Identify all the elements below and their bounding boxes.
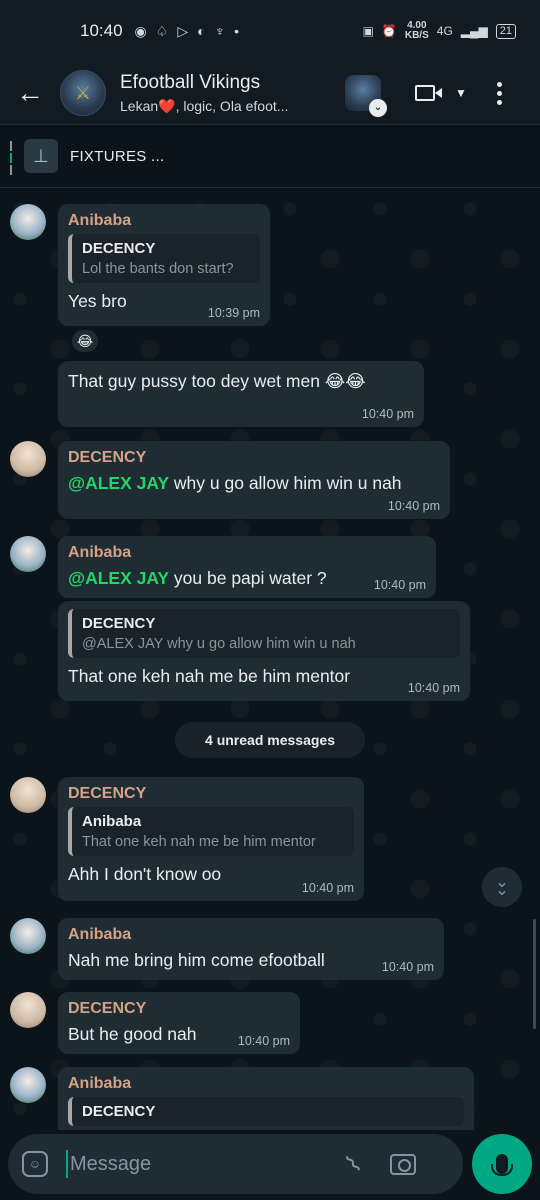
message-bubble[interactable]: DECENCY But he good nah 10:40 pm xyxy=(58,992,300,1054)
dot-icon: • xyxy=(234,23,239,39)
scrollbar[interactable] xyxy=(533,919,536,1029)
message-input[interactable] xyxy=(70,1152,340,1176)
microphone-icon xyxy=(491,1154,513,1176)
sender-name[interactable]: DECENCY xyxy=(68,1000,290,1018)
quoted-message[interactable]: Anibaba That one keh nah me be him mento… xyxy=(68,807,354,856)
avatar[interactable] xyxy=(10,1067,46,1103)
message-time: 10:40 pm xyxy=(387,499,440,513)
chat-header: ← ⚔ Efootball Vikings Lekan❤️, logic, Ol… xyxy=(0,62,540,124)
reaction[interactable]: 😂 xyxy=(70,328,100,354)
quote-sender: DECENCY xyxy=(82,1103,156,1120)
message-text: Nah me bring him come efootball xyxy=(68,950,325,970)
community-icon[interactable]: ⌄ xyxy=(345,75,387,117)
avatar[interactable] xyxy=(10,918,46,954)
sticker-icon[interactable]: ☺ xyxy=(22,1151,48,1177)
whatsapp-icon: ◉ xyxy=(134,22,147,39)
unread-divider: 4 unread messages xyxy=(175,722,365,758)
message-time: 10:40 pm xyxy=(301,881,354,895)
video-camera-icon xyxy=(415,85,442,101)
message-bubble[interactable]: Anibaba DECENCY Lol the bants don start?… xyxy=(58,204,270,326)
pinned-indicator xyxy=(10,141,12,175)
message-composer: ☺ ⌇ xyxy=(8,1134,463,1194)
chat-info[interactable]: Efootball Vikings Lekan❤️, logic, Ola ef… xyxy=(120,72,325,115)
sender-name[interactable]: DECENCY xyxy=(68,449,440,467)
more-vertical-icon[interactable] xyxy=(496,81,502,105)
avatar[interactable] xyxy=(10,992,46,1028)
sender-name[interactable]: Anibaba xyxy=(68,212,260,230)
message-text: @ALEX JAY why u go allow him win u nah xyxy=(68,473,402,493)
message-time: 10:39 pm xyxy=(207,306,260,320)
sender-name[interactable]: Anibaba xyxy=(68,544,426,562)
chat-area[interactable]: Anibaba DECENCY Lol the bants don start?… xyxy=(0,189,540,1130)
quoted-message[interactable]: DECENCY @ALEX JAY why u go allow him win… xyxy=(68,609,460,658)
sender-name[interactable]: Anibaba xyxy=(68,926,434,944)
status-bar: 10:40 ◉ ♤ ▷ ◐ ♆ • ▣ ⏰ 4.00 KB/S 4G ▂▄▆ 2… xyxy=(0,0,540,62)
quote-text: @ALEX JAY why u go allow him win u nah xyxy=(82,636,356,652)
mention[interactable]: @ALEX JAY xyxy=(68,473,169,493)
message-bubble[interactable]: That guy pussy too dey wet men 😂😂 10:40 … xyxy=(58,361,424,427)
snapchat-icon: ♤ xyxy=(155,22,169,39)
message-time: 10:40 pm xyxy=(407,681,460,695)
message-text: @ALEX JAY you be papi water ? xyxy=(68,568,327,588)
avatar[interactable] xyxy=(10,536,46,572)
clock: 10:40 xyxy=(80,21,123,40)
paperclip-icon[interactable]: ⌇ xyxy=(340,1149,368,1179)
text-cursor xyxy=(66,1150,68,1178)
network-speed: 4.00 KB/S xyxy=(404,20,429,41)
group-members: Lekan❤️, logic, Ola efoot... xyxy=(120,97,289,114)
voice-message-button[interactable] xyxy=(472,1134,532,1194)
group-avatar[interactable]: ⚔ xyxy=(60,70,106,116)
message-time: 10:40 pm xyxy=(237,1034,290,1048)
notification-icons: ◉ ♤ ▷ ◐ ♆ • xyxy=(135,23,239,40)
quote-sender: Anibaba xyxy=(82,813,142,830)
system-icons: ▣ ⏰ 4.00 KB/S 4G ▂▄▆ 21 xyxy=(363,21,516,41)
message-bubble[interactable]: Anibaba Nah me bring him come efootball … xyxy=(58,918,444,980)
quote-text: Lol the bants don start? xyxy=(82,261,234,277)
message-bubble[interactable]: Anibaba @ALEX JAY you be papi water ? 10… xyxy=(58,536,436,598)
message-time: 10:40 pm xyxy=(381,960,434,974)
message-text: That one keh nah me be him mentor xyxy=(68,666,351,686)
message-bubble[interactable]: DECENCY @ALEX JAY why u go allow him win… xyxy=(58,441,450,519)
sender-name[interactable]: Anibaba xyxy=(68,1075,464,1093)
message-bubble[interactable]: DECENCY Anibaba That one keh nah me be h… xyxy=(58,777,364,901)
app-icon: ◐ xyxy=(197,23,206,39)
avatar[interactable] xyxy=(10,204,46,240)
double-chevron-down-icon[interactable]: ⌄ ⌄ xyxy=(482,867,522,907)
media-icon: ▣ xyxy=(362,24,374,38)
arrow-left-icon[interactable]: ← xyxy=(0,77,60,109)
quote-sender: DECENCY xyxy=(82,615,156,632)
message-time: 10:40 pm xyxy=(361,407,414,421)
sender-name[interactable]: DECENCY xyxy=(68,785,354,803)
message-bubble[interactable]: DECENCY @ALEX JAY why u go allow him win… xyxy=(58,601,470,701)
quote-text: That one keh nah me be him mentor xyxy=(82,834,316,850)
battery-icon: 21 xyxy=(495,23,516,39)
pinned-message[interactable]: ⊥ FIXTURES ... xyxy=(0,124,540,188)
pin-icon: ⊥ xyxy=(24,139,58,173)
trophy-icon: ♆ xyxy=(214,23,226,39)
message-bubble[interactable]: Anibaba DECENCY xyxy=(58,1067,474,1130)
mention[interactable]: @ALEX JAY xyxy=(68,568,169,588)
network-type: 4G xyxy=(436,24,453,38)
video-call-button[interactable]: ▼ xyxy=(415,85,467,101)
camera-icon[interactable] xyxy=(389,1153,416,1175)
message-text: That guy pussy too dey wet men 😂😂 xyxy=(68,371,366,391)
signal-icon: ▂▄▆ xyxy=(460,24,488,38)
alarm-icon: ⏰ xyxy=(381,24,397,38)
play-icon: ▷ xyxy=(177,22,189,39)
pinned-text: FIXTURES ... xyxy=(70,147,165,165)
chevron-down-icon: ⌄ xyxy=(369,99,387,117)
quoted-message[interactable]: DECENCY Lol the bants don start? xyxy=(68,234,260,283)
quoted-message[interactable]: DECENCY xyxy=(68,1097,464,1126)
message-time: 10:40 pm xyxy=(373,578,426,592)
group-name: Efootball Vikings xyxy=(120,71,261,93)
caret-down-icon: ▼ xyxy=(455,86,467,100)
quote-sender: DECENCY xyxy=(82,240,156,257)
avatar[interactable] xyxy=(10,777,46,813)
avatar[interactable] xyxy=(10,441,46,477)
